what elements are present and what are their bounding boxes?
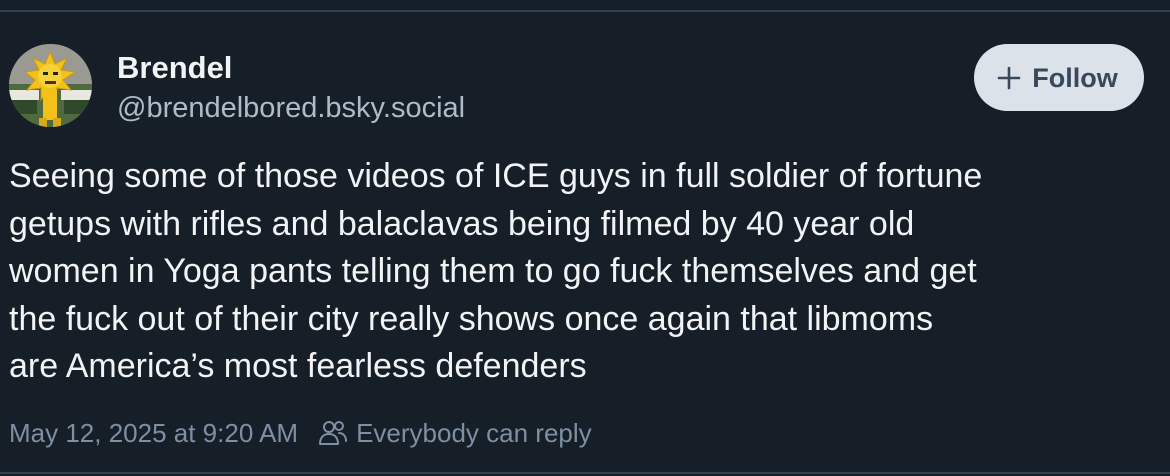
post-text-line: getups with rifles and balaclavas being …	[9, 204, 915, 243]
author-avatar[interactable]	[9, 44, 92, 127]
post-timestamp[interactable]: May 12, 2025 at 9:20 AM	[9, 418, 298, 448]
follow-button-label: Follow	[1032, 62, 1118, 93]
follow-button[interactable]: Follow	[974, 44, 1144, 111]
author-handle[interactable]: @brendelbored.bsky.social	[117, 91, 465, 125]
people-icon	[319, 421, 348, 445]
avatar-image	[9, 44, 92, 127]
reply-setting[interactable]: Everybody can reply	[318, 418, 592, 448]
post-text-line: women in Yoga pants telling them to go f…	[9, 252, 977, 290]
plus-icon	[997, 66, 1021, 89]
author-display-name[interactable]: Brendel	[117, 50, 232, 86]
post-text: Seeing some of those videos of ICE guys …	[9, 153, 1159, 391]
post-text-line: Seeing some of those videos of ICE guys …	[9, 157, 983, 195]
post-meta: May 12, 2025 at 9:20 AM Everybody can re…	[9, 415, 592, 451]
top-divider	[0, 10, 1170, 12]
post-text-line: are America’s most fearless defenders	[9, 347, 587, 385]
reply-setting-label: Everybody can reply	[356, 418, 592, 448]
post-text-line: the fuck out of their city really shows …	[9, 299, 934, 338]
bottom-divider	[0, 472, 1170, 474]
